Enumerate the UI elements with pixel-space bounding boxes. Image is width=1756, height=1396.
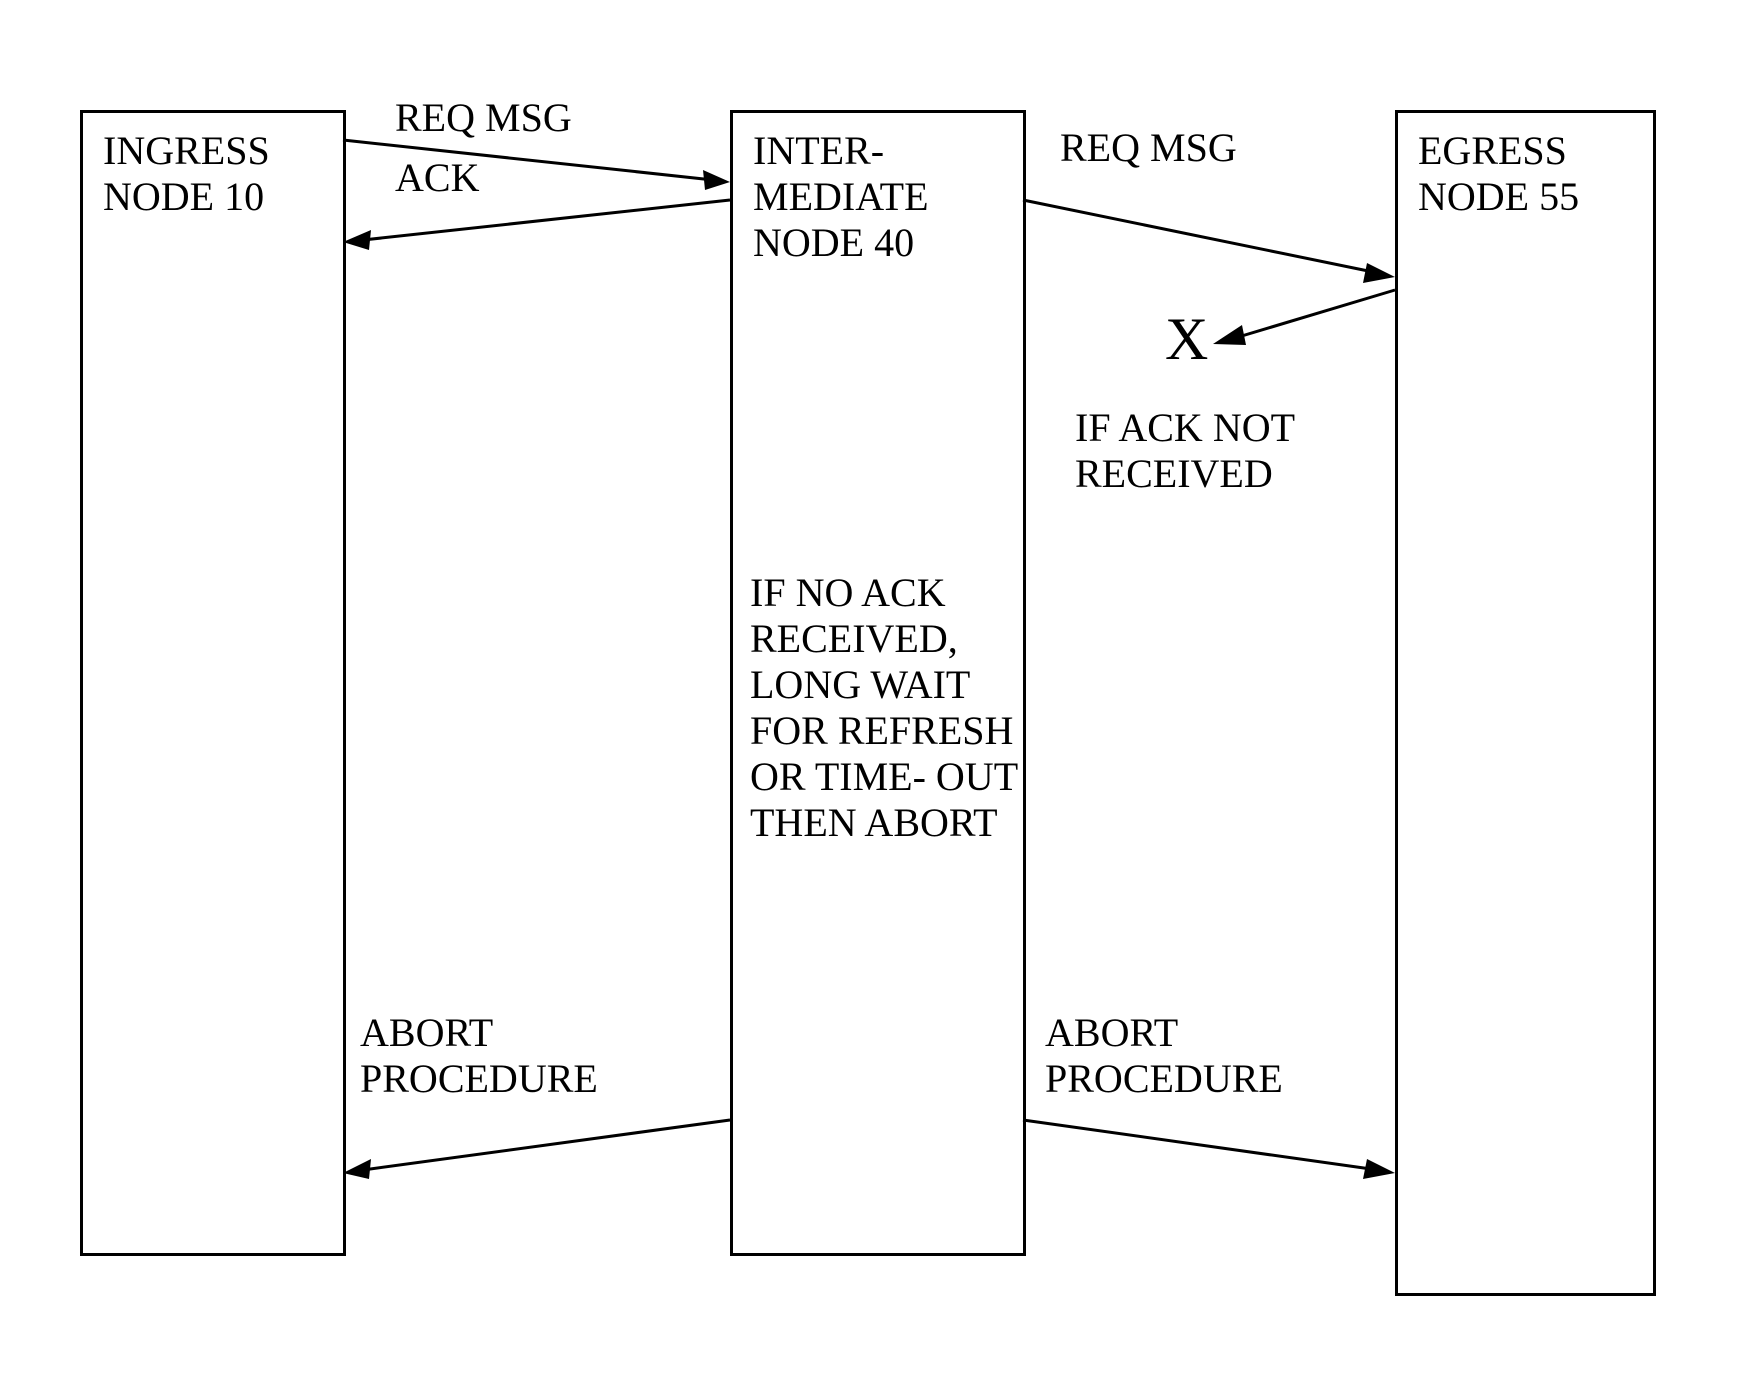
abort-procedure-right-label: ABORT PROCEDURE bbox=[1045, 1010, 1375, 1102]
abort-right-arrow bbox=[1023, 1115, 1395, 1185]
ingress-node-label: INGRESS NODE 10 bbox=[103, 128, 323, 220]
if-no-ack-label: IF NO ACK RECEIVED, LONG WAIT FOR REFRES… bbox=[750, 570, 1020, 846]
if-ack-not-received-label: IF ACK NOT RECEIVED bbox=[1075, 405, 1335, 497]
req-msg-right-label: REQ MSG bbox=[1060, 125, 1237, 171]
failed-ack-arrow bbox=[1210, 280, 1395, 350]
egress-node-label: EGRESS NODE 55 bbox=[1418, 128, 1633, 220]
abort-left-arrow bbox=[343, 1115, 730, 1185]
ack-left-arrow bbox=[343, 190, 730, 250]
egress-node-lane: EGRESS NODE 55 bbox=[1395, 110, 1656, 1296]
abort-procedure-left-label: ABORT PROCEDURE bbox=[360, 1010, 690, 1102]
req-msg-right-arrow bbox=[1023, 195, 1395, 285]
x-mark-icon: X bbox=[1165, 305, 1208, 374]
ingress-node-lane: INGRESS NODE 10 bbox=[80, 110, 346, 1256]
intermediate-node-label: INTER- MEDIATE NODE 40 bbox=[753, 128, 1003, 266]
sequence-diagram: INGRESS NODE 10 INTER- MEDIATE NODE 40 E… bbox=[0, 0, 1756, 1396]
